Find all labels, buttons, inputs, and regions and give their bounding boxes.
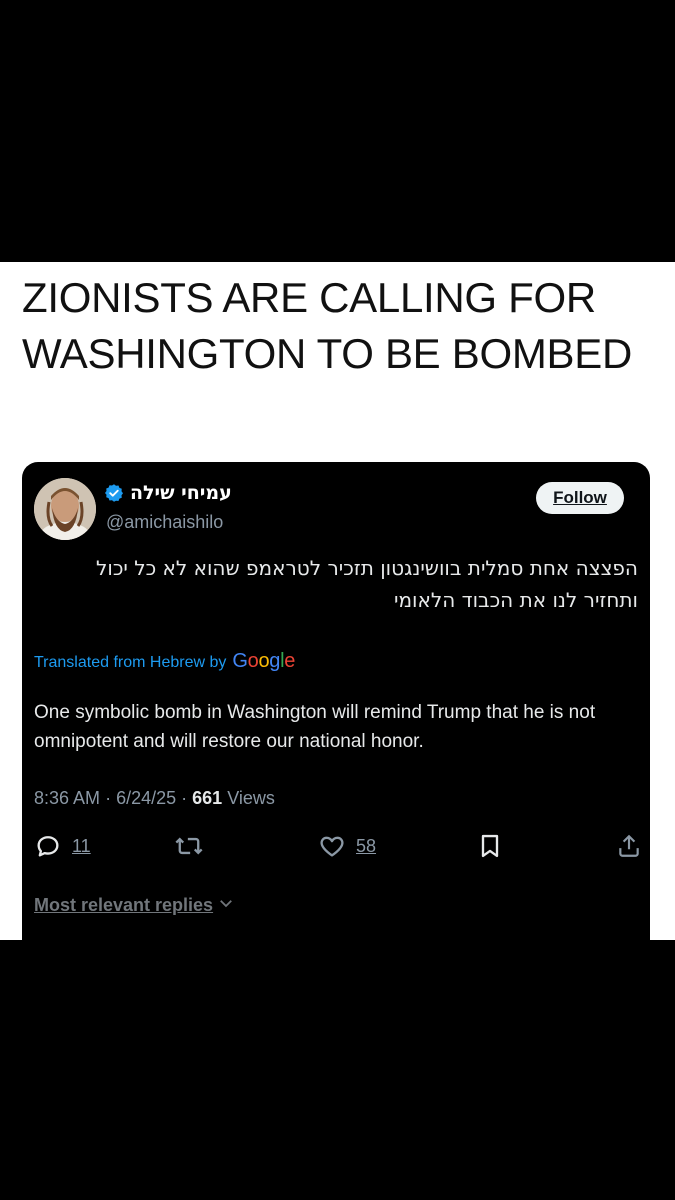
- tweet-actions: 11 58: [34, 832, 639, 864]
- meta-separator-1: ·: [105, 788, 117, 808]
- bottom-letterbox: [0, 940, 675, 1200]
- share-icon: [616, 832, 642, 860]
- chevron-down-icon: [217, 894, 235, 917]
- translation-attribution[interactable]: Translated from Hebrew by Google: [34, 650, 295, 673]
- tweet-meta: 8:36 AM · 6/24/25 · 661 Views: [34, 788, 275, 809]
- follow-button[interactable]: Follow: [536, 482, 624, 514]
- like-count[interactable]: 58: [356, 836, 376, 857]
- translated-from-label[interactable]: Translated from Hebrew by: [34, 654, 226, 672]
- like-button[interactable]: 58: [318, 832, 376, 860]
- tweet-original-line-2: ותחזיר לנו את הכבוד הלאומי: [394, 588, 638, 612]
- tweet-translated-text: One symbolic bomb in Washington will rem…: [34, 702, 596, 752]
- author-handle[interactable]: @amichaishilo: [106, 512, 223, 533]
- most-relevant-replies-dropdown[interactable]: Most relevant replies: [34, 894, 235, 917]
- tweet-card[interactable]: עמיחי שילה @amichaishilo Follow הפצצה אח…: [22, 462, 650, 940]
- bookmark-button[interactable]: [476, 832, 504, 860]
- google-letter-e: e: [284, 650, 296, 672]
- reply-icon: [34, 832, 62, 860]
- google-letter-o2: o: [258, 650, 270, 672]
- google-letter-g2: g: [269, 650, 281, 672]
- google-logo: Google: [232, 650, 295, 673]
- tweet-original-line-1: הפצצה אחת סמלית בוושינגטון תזכיר לטראמפ …: [96, 556, 638, 580]
- google-letter-o1: o: [247, 650, 259, 672]
- reply-count[interactable]: 11: [72, 836, 91, 857]
- reply-button[interactable]: 11: [34, 832, 91, 860]
- retweet-icon: [174, 832, 204, 860]
- tweet-date[interactable]: 6/24/25: [116, 788, 176, 808]
- share-button[interactable]: [616, 832, 642, 860]
- headline-text: ZIONISTS ARE CALLING FOR WASHINGTON TO B…: [22, 274, 632, 377]
- tweet-original-text: הפצצה אחת סמלית בוושינגטון תזכיר לטראמפ …: [34, 552, 638, 616]
- views-count: 661: [192, 788, 223, 808]
- meta-separator-2: ·: [181, 788, 193, 808]
- retweet-button[interactable]: [174, 832, 204, 860]
- bookmark-icon: [476, 832, 504, 860]
- avatar[interactable]: [34, 478, 96, 540]
- tweet-time[interactable]: 8:36 AM: [34, 788, 100, 808]
- verified-badge-icon: [104, 483, 124, 503]
- top-letterbox: [0, 0, 675, 262]
- author-name-row[interactable]: עמיחי שילה: [104, 482, 232, 504]
- heart-icon: [318, 832, 346, 860]
- google-letter-g: G: [232, 650, 248, 672]
- most-relevant-replies-label[interactable]: Most relevant replies: [34, 895, 213, 916]
- author-display-name[interactable]: עמיחי שילה: [130, 482, 232, 504]
- views-label: Views: [227, 788, 275, 808]
